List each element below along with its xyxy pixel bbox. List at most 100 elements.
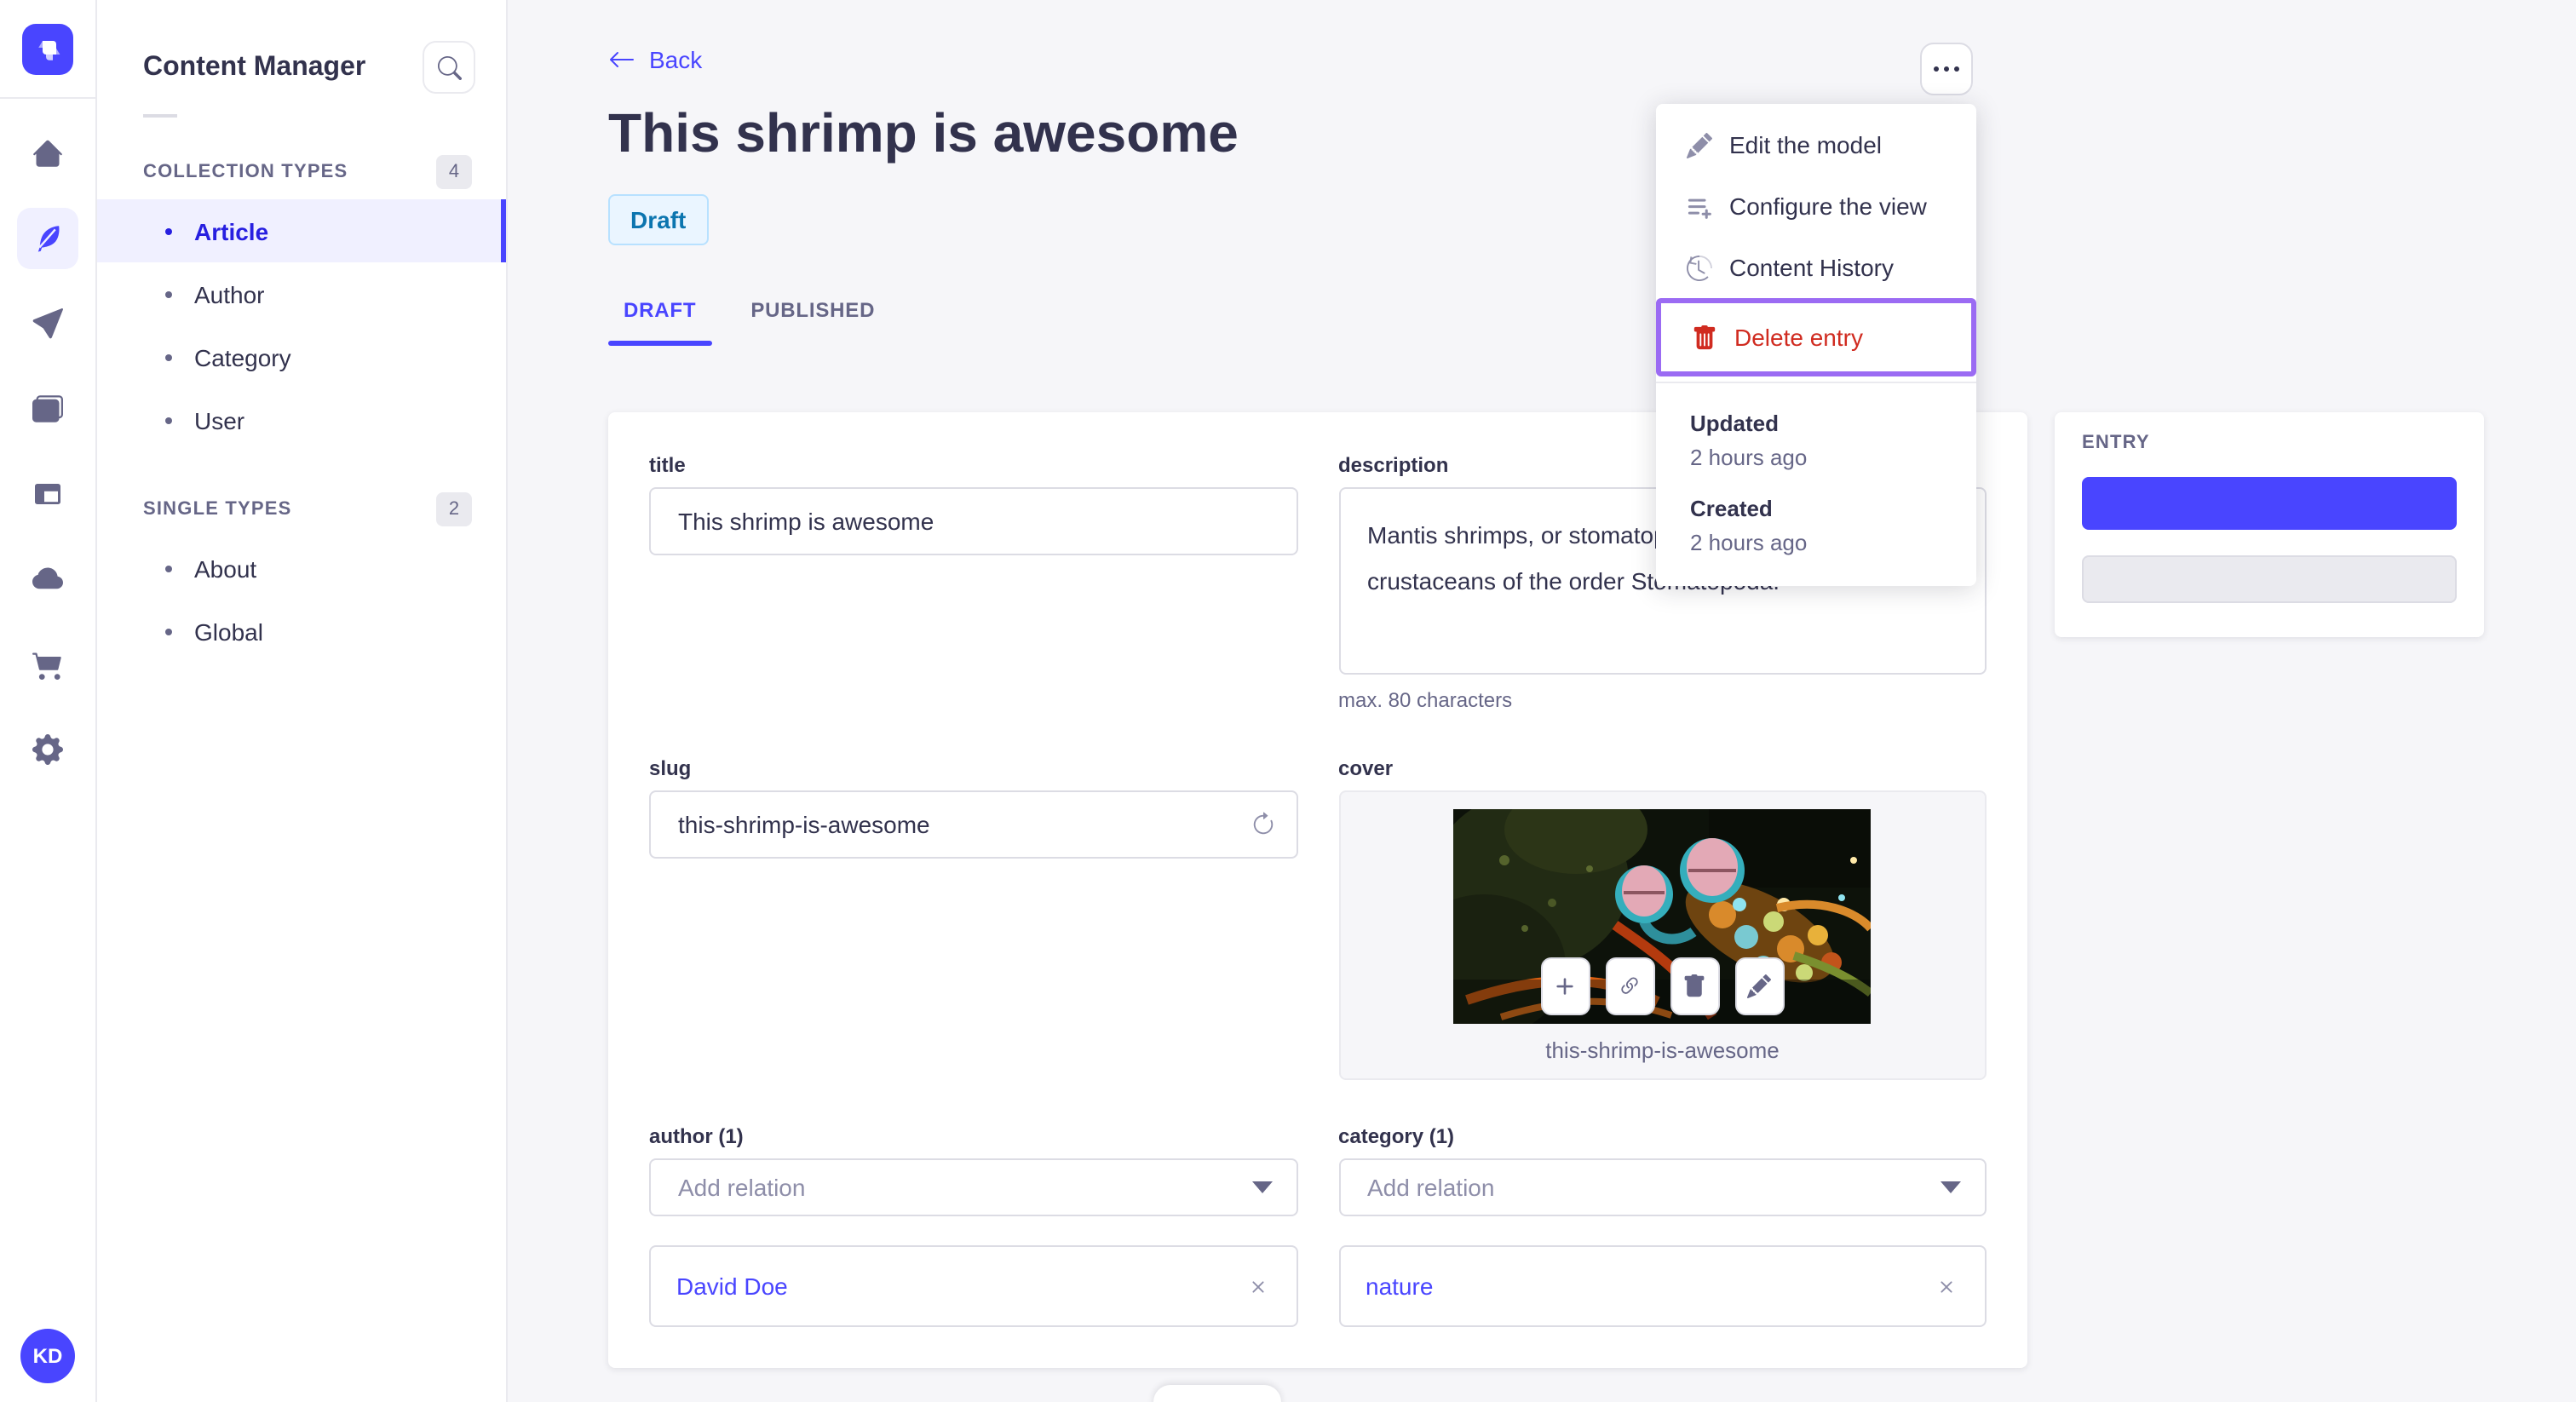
cover-media-box: this-shrimp-is-awesome [1338, 790, 1987, 1080]
remove-author-relation-button[interactable] [1245, 1273, 1270, 1299]
entry-panel-label: ENTRY [2082, 433, 2150, 453]
entry-card: ENTRY [2055, 412, 2484, 637]
add-media-button[interactable] [1540, 957, 1590, 1015]
section-label-single-types: SINGLE TYPES [143, 499, 292, 520]
sidebar-item-label: User [194, 406, 245, 434]
cover-action-bar [1540, 957, 1785, 1015]
author-select-placeholder: Add relation [678, 1174, 806, 1201]
chevron-down-icon [1251, 1181, 1272, 1193]
slug-field: slug this-shrimp-is-awesome [649, 756, 1297, 1080]
publish-button[interactable] [2082, 477, 2457, 530]
sidebar-item-label: About [194, 554, 257, 582]
bullet-icon [165, 417, 172, 423]
content-manager-icon[interactable] [17, 208, 78, 269]
author-field-label: author (1) [649, 1124, 744, 1148]
trash-icon [1685, 974, 1705, 997]
trash-icon [1693, 325, 1716, 349]
dot-icon [1954, 66, 1959, 72]
updated-label: Updated [1690, 411, 1779, 436]
pencil-icon [1747, 974, 1772, 998]
refresh-icon [1252, 812, 1273, 835]
bullet-icon [165, 565, 172, 572]
category-field-label: category (1) [1338, 1124, 1455, 1148]
delete-entry-highlight: Delete entry [1656, 298, 1976, 376]
back-label: Back [649, 46, 703, 73]
sidebar-item-about[interactable]: About [97, 537, 506, 600]
sidebar-item-global[interactable]: Global [97, 600, 506, 663]
sidebar-item-label: Article [194, 217, 269, 244]
sidebar-item-label: Category [194, 343, 291, 371]
category-relation-select[interactable]: Add relation [1338, 1158, 1987, 1216]
sidebar-item-article[interactable]: Article [97, 199, 506, 262]
search-button[interactable] [423, 41, 475, 94]
sidebar-item-author[interactable]: Author [97, 262, 506, 325]
cover-filename: this-shrimp-is-awesome [1545, 1037, 1780, 1063]
dot-icon [1934, 66, 1939, 72]
page-title: This shrimp is awesome [608, 102, 1239, 164]
menu-item-configure-view[interactable]: Configure the view [1656, 175, 1976, 237]
tab-published[interactable]: PUBLISHED [735, 298, 890, 346]
close-icon [1941, 1280, 1952, 1292]
slug-input[interactable]: this-shrimp-is-awesome [649, 790, 1297, 859]
sidebar-divider [143, 114, 177, 118]
menu-item-content-history[interactable]: Content History [1656, 237, 1976, 298]
title-input[interactable]: This shrimp is awesome [649, 487, 1297, 555]
menu-item-edit-model[interactable]: Edit the model [1656, 114, 1976, 175]
menu-item-label: Configure the view [1729, 192, 1927, 220]
layout-icon[interactable] [17, 463, 78, 525]
main-content: Back This shrimp is awesome Draft DRAFT … [508, 0, 2576, 1402]
menu-item-label: Edit the model [1729, 131, 1882, 158]
send-icon[interactable] [17, 293, 78, 354]
title-field: title This shrimp is awesome [649, 453, 1297, 712]
section-label-collection-types: COLLECTION TYPES [143, 162, 348, 182]
edit-media-button[interactable] [1734, 957, 1785, 1015]
settings-gear-icon[interactable] [17, 719, 78, 780]
slug-field-label: slug [649, 756, 692, 780]
relation-link-david-doe[interactable]: David Doe [676, 1273, 788, 1300]
copy-link-button[interactable] [1605, 957, 1655, 1015]
relation-link-nature[interactable]: nature [1366, 1273, 1433, 1300]
regenerate-slug-button[interactable] [1250, 812, 1275, 837]
chevron-down-icon [1941, 1181, 1961, 1193]
link-icon [1621, 977, 1639, 994]
collection-types-count-badge: 4 [436, 155, 472, 189]
menu-item-delete-entry[interactable]: Delete entry [1661, 303, 1971, 371]
plus-icon [1556, 978, 1574, 995]
strapi-logo-icon [38, 41, 60, 60]
avatar[interactable]: KD [20, 1329, 75, 1383]
status-badge: Draft [608, 194, 709, 245]
remove-category-relation-button[interactable] [1934, 1273, 1959, 1299]
strapi-logo[interactable] [22, 24, 73, 75]
sidebar-item-label: Global [194, 618, 263, 645]
more-options-button[interactable] [1920, 43, 1973, 95]
created-meta: Created 2 hours ago [1690, 496, 1946, 555]
created-value: 2 hours ago [1690, 530, 1808, 555]
entry-sidebar: ENTRY [2055, 412, 2484, 637]
menu-item-label: Delete entry [1734, 324, 1863, 351]
bottom-pill [1153, 1385, 1281, 1402]
history-clock-icon [1687, 255, 1712, 280]
cloud-icon[interactable] [17, 549, 78, 610]
save-button[interactable] [2082, 555, 2457, 603]
title-input-value: This shrimp is awesome [678, 508, 934, 535]
cover-image[interactable] [1453, 809, 1872, 1024]
more-options-menu: Edit the model Configure the view Conten… [1656, 104, 1976, 586]
delete-media-button[interactable] [1670, 957, 1720, 1015]
single-types-count-badge: 2 [436, 492, 472, 526]
back-link[interactable]: Back [608, 46, 702, 73]
tab-draft[interactable]: DRAFT [608, 298, 711, 346]
updated-meta: Updated 2 hours ago [1690, 411, 1946, 470]
cover-field-label: cover [1338, 756, 1394, 780]
content-manager-sidebar: Content Manager COLLECTION TYPES 4 Artic… [97, 0, 508, 1402]
marketplace-cart-icon[interactable] [17, 634, 78, 695]
home-icon[interactable] [17, 123, 78, 184]
category-field: category (1) Add relation nature [1338, 1124, 1987, 1327]
media-library-icon[interactable] [17, 378, 78, 440]
rail-icon-list [17, 123, 78, 780]
bullet-icon [165, 353, 172, 360]
sidebar-item-category[interactable]: Category [97, 325, 506, 388]
menu-item-label: Content History [1729, 254, 1894, 281]
arrow-left-icon [609, 51, 634, 68]
sidebar-item-user[interactable]: User [97, 388, 506, 451]
author-relation-select[interactable]: Add relation [649, 1158, 1297, 1216]
